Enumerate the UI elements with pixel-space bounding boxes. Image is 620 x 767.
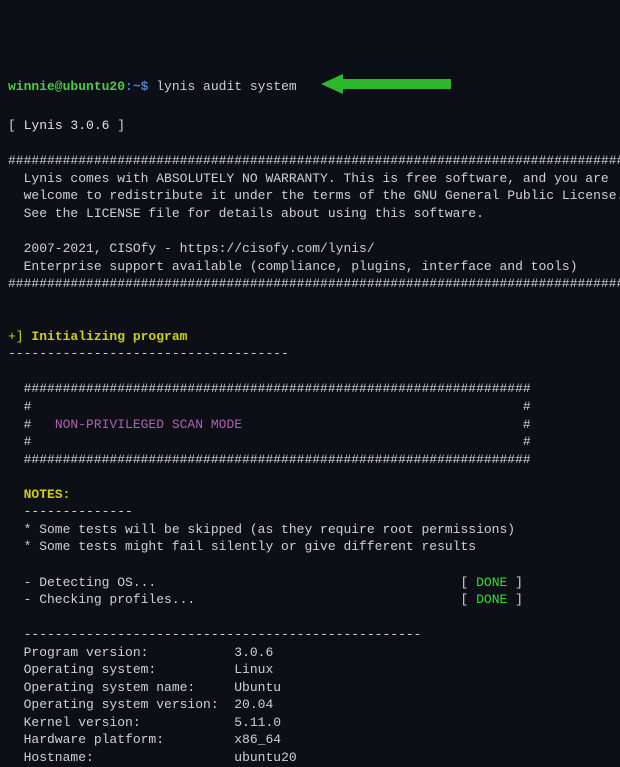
- hashline-bot: ########################################…: [8, 276, 620, 291]
- info-row-3: Operating system name: Ubuntu: [8, 680, 281, 695]
- copyright-line1: 2007-2021, CISOfy - https://cisofy.com/l…: [8, 241, 375, 256]
- lynis-header: [ Lynis 3.0.6 ]: [8, 118, 125, 133]
- hashline-top: ########################################…: [8, 153, 620, 168]
- warranty-line3: See the LICENSE file for details about u…: [8, 206, 484, 221]
- notes-label: NOTES:: [8, 487, 70, 502]
- init-line: +] Initializing program: [8, 329, 187, 344]
- prompt-path: :~$: [125, 79, 156, 94]
- init-prefix: +]: [8, 329, 24, 344]
- box-bot: ########################################…: [8, 452, 531, 467]
- status-done: DONE: [476, 592, 507, 607]
- init-dashes: ------------------------------------: [8, 346, 289, 361]
- status-done: DONE: [476, 575, 507, 590]
- info-row-2: Operating system: Linux: [8, 662, 273, 677]
- scan-mode-label: NON-PRIVILEGED SCAN MODE: [55, 417, 242, 432]
- warranty-line2: welcome to redistribute it under the ter…: [8, 188, 620, 203]
- info-sep: ----------------------------------------…: [8, 627, 421, 642]
- check-1: - Detecting OS... [ DONE ]: [8, 575, 523, 590]
- arrow-annotation: [321, 74, 451, 100]
- copyright-line2: Enterprise support available (compliance…: [8, 259, 578, 274]
- init-label: Initializing program: [24, 329, 188, 344]
- info-row-6: Hardware platform: x86_64: [8, 732, 281, 747]
- prompt-line[interactable]: winnie@ubuntu20:~$ lynis audit system: [8, 79, 451, 94]
- check-2: - Checking profiles... [ DONE ]: [8, 592, 523, 607]
- note-1: * Some tests will be skipped (as they re…: [8, 522, 515, 537]
- box-top: ########################################…: [8, 381, 531, 396]
- box-row3: # #: [8, 434, 531, 449]
- info-row-1: Program version: 3.0.6: [8, 645, 273, 660]
- box-row2: # NON-PRIVILEGED SCAN MODE #: [8, 417, 531, 432]
- warranty-line1: Lynis comes with ABSOLUTELY NO WARRANTY.…: [8, 171, 609, 186]
- info-row-7: Hostname: ubuntu20: [8, 750, 297, 765]
- prompt-user-host: winnie@ubuntu20: [8, 79, 125, 94]
- info-row-5: Kernel version: 5.11.0: [8, 715, 281, 730]
- note-2: * Some tests might fail silently or give…: [8, 539, 476, 554]
- command-input: lynis audit system: [156, 79, 296, 94]
- info-row-4: Operating system version: 20.04: [8, 697, 273, 712]
- notes-dash: --------------: [8, 504, 133, 519]
- box-row1: # #: [8, 399, 531, 414]
